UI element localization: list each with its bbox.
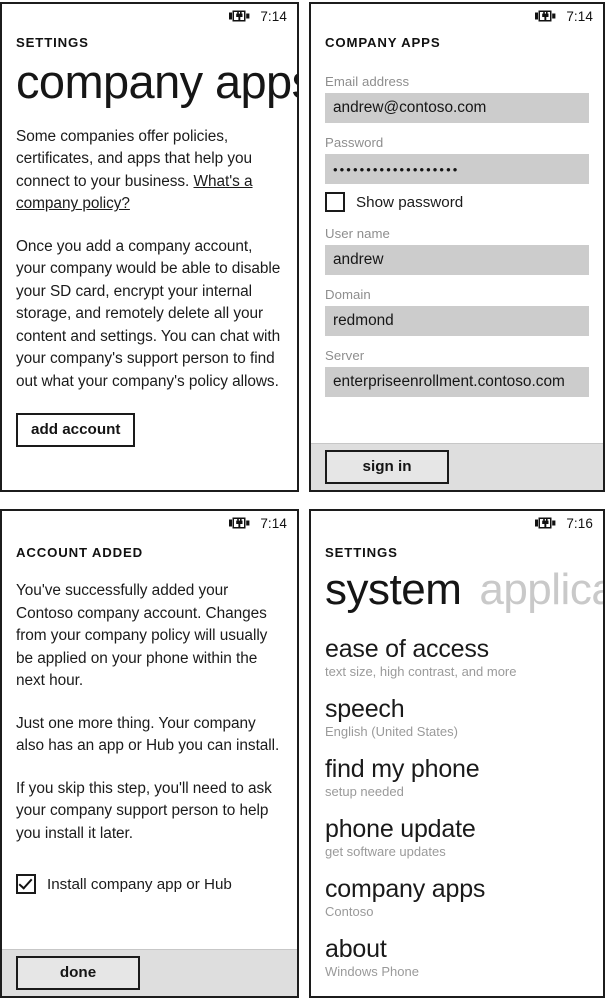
- phone-screen-company-apps-settings: 7:14 SETTINGS company apps Some companie…: [0, 2, 299, 492]
- page-app-title: SETTINGS: [16, 35, 89, 50]
- status-clock: 7:14: [260, 8, 287, 24]
- field-label: Server: [325, 348, 365, 363]
- phone-screen-company-apps-signin: 7:14 COMPANY APPS Email address andrew@c…: [309, 2, 605, 492]
- add-account-button[interactable]: add account: [16, 413, 136, 448]
- settings-item-title: find my phone: [325, 755, 480, 783]
- status-clock: 7:16: [566, 515, 593, 531]
- field-email-address: Email address andrew@contoso.com: [325, 74, 589, 123]
- account-added-paragraph-1: You've successfully added your Contoso c…: [16, 582, 268, 689]
- server-input[interactable]: enterpriseenrollment.contoso.com: [325, 367, 589, 397]
- page-content: ACCOUNT ADDED You've successfully added …: [2, 545, 297, 996]
- settings-item-phone-update[interactable]: phone update get software updates: [325, 815, 589, 860]
- settings-item-subtitle: text size, high contrast, and more: [325, 664, 517, 679]
- settings-item-title: ease of access: [325, 635, 489, 663]
- app-bar: sign in: [311, 443, 603, 490]
- settings-item-subtitle: get software updates: [325, 844, 446, 859]
- settings-item-subtitle: Contoso: [325, 904, 374, 919]
- field-password: Password •••••••••••••••••••: [325, 135, 589, 184]
- field-server: Server enterpriseenrollment.contoso.com: [325, 348, 589, 397]
- install-company-app-checkbox[interactable]: [16, 874, 36, 894]
- battery-charging-icon: [535, 10, 557, 22]
- show-password-row[interactable]: Show password: [325, 192, 589, 212]
- install-company-app-row[interactable]: Install company app or Hub: [16, 874, 283, 894]
- settings-item-title: company apps: [325, 875, 486, 903]
- page-content: SETTINGS system applica ease of access t…: [311, 545, 603, 996]
- settings-item-subtitle: English (United States): [325, 724, 458, 739]
- description-paragraph-2: Once you add a company account, your com…: [16, 237, 281, 390]
- battery-charging-icon: [535, 517, 557, 529]
- status-bar: 7:14: [311, 4, 603, 28]
- settings-item-title: speech: [325, 695, 405, 723]
- show-password-checkbox[interactable]: [325, 192, 345, 212]
- install-company-app-label: Install company app or Hub: [47, 875, 232, 893]
- settings-item-feedback[interactable]: feedback: [325, 995, 589, 996]
- status-bar: 7:14: [2, 4, 297, 28]
- show-password-label: Show password: [356, 193, 464, 211]
- page-title: company apps: [16, 55, 299, 108]
- status-bar: 7:16: [311, 511, 603, 535]
- password-input[interactable]: •••••••••••••••••••: [325, 154, 589, 184]
- settings-item-title: about: [325, 935, 387, 963]
- field-label: Email address: [325, 74, 410, 89]
- field-domain: Domain redmond: [325, 287, 589, 336]
- email-address-input[interactable]: andrew@contoso.com: [325, 93, 589, 123]
- page-content: COMPANY APPS Email address andrew@contos…: [311, 35, 603, 490]
- status-clock: 7:14: [260, 515, 287, 531]
- settings-item-speech[interactable]: speech English (United States): [325, 695, 589, 740]
- settings-item-subtitle: setup needed: [325, 784, 404, 799]
- field-user-name: User name andrew: [325, 226, 589, 275]
- account-added-paragraph-2: Just one more thing. Your company also h…: [16, 714, 280, 755]
- field-label: User name: [325, 226, 390, 241]
- settings-item-company-apps[interactable]: company apps Contoso: [325, 875, 589, 920]
- pivot-tab-system[interactable]: system: [325, 565, 462, 615]
- settings-item-ease-of-access[interactable]: ease of access text size, high contrast,…: [325, 635, 589, 680]
- settings-item-title: phone update: [325, 815, 476, 843]
- status-bar: 7:14: [2, 511, 297, 535]
- settings-list: ease of access text size, high contrast,…: [325, 635, 589, 996]
- signin-form: Email address andrew@contoso.com Passwor…: [325, 74, 589, 397]
- settings-item-subtitle: Windows Phone: [325, 964, 419, 979]
- settings-item-title: feedback: [325, 995, 589, 996]
- page-app-title: SETTINGS: [325, 545, 398, 560]
- page-app-title: ACCOUNT ADDED: [16, 545, 144, 560]
- page-app-title: COMPANY APPS: [325, 35, 441, 50]
- description-paragraph-1: Some companies offer policies, certifica…: [16, 126, 283, 216]
- pivot-header: system applica: [325, 565, 603, 615]
- account-added-paragraph-3: If you skip this step, you'll need to as…: [16, 779, 272, 842]
- sign-in-button[interactable]: sign in: [325, 450, 449, 484]
- domain-input[interactable]: redmond: [325, 306, 589, 336]
- phone-screen-account-added: 7:14 ACCOUNT ADDED You've successfully a…: [0, 509, 299, 998]
- field-label: Password: [325, 135, 384, 150]
- phone-screen-settings-system: 7:16 SETTINGS system applica ease of acc…: [309, 509, 605, 998]
- battery-charging-icon: [229, 517, 251, 529]
- app-bar: done: [2, 949, 297, 996]
- done-button[interactable]: done: [16, 956, 140, 990]
- field-label: Domain: [325, 287, 371, 302]
- pivot-tab-applications[interactable]: applica: [479, 565, 603, 615]
- battery-charging-icon: [229, 10, 251, 22]
- user-name-input[interactable]: andrew: [325, 245, 589, 275]
- screenshot-sheet: 7:14 SETTINGS company apps Some companie…: [0, 0, 605, 1000]
- status-clock: 7:14: [566, 8, 593, 24]
- settings-item-find-my-phone[interactable]: find my phone setup needed: [325, 755, 589, 800]
- page-content: SETTINGS company apps Some companies off…: [2, 35, 299, 490]
- settings-item-about[interactable]: about Windows Phone: [325, 935, 589, 980]
- add-account-button-row: add account: [16, 413, 283, 448]
